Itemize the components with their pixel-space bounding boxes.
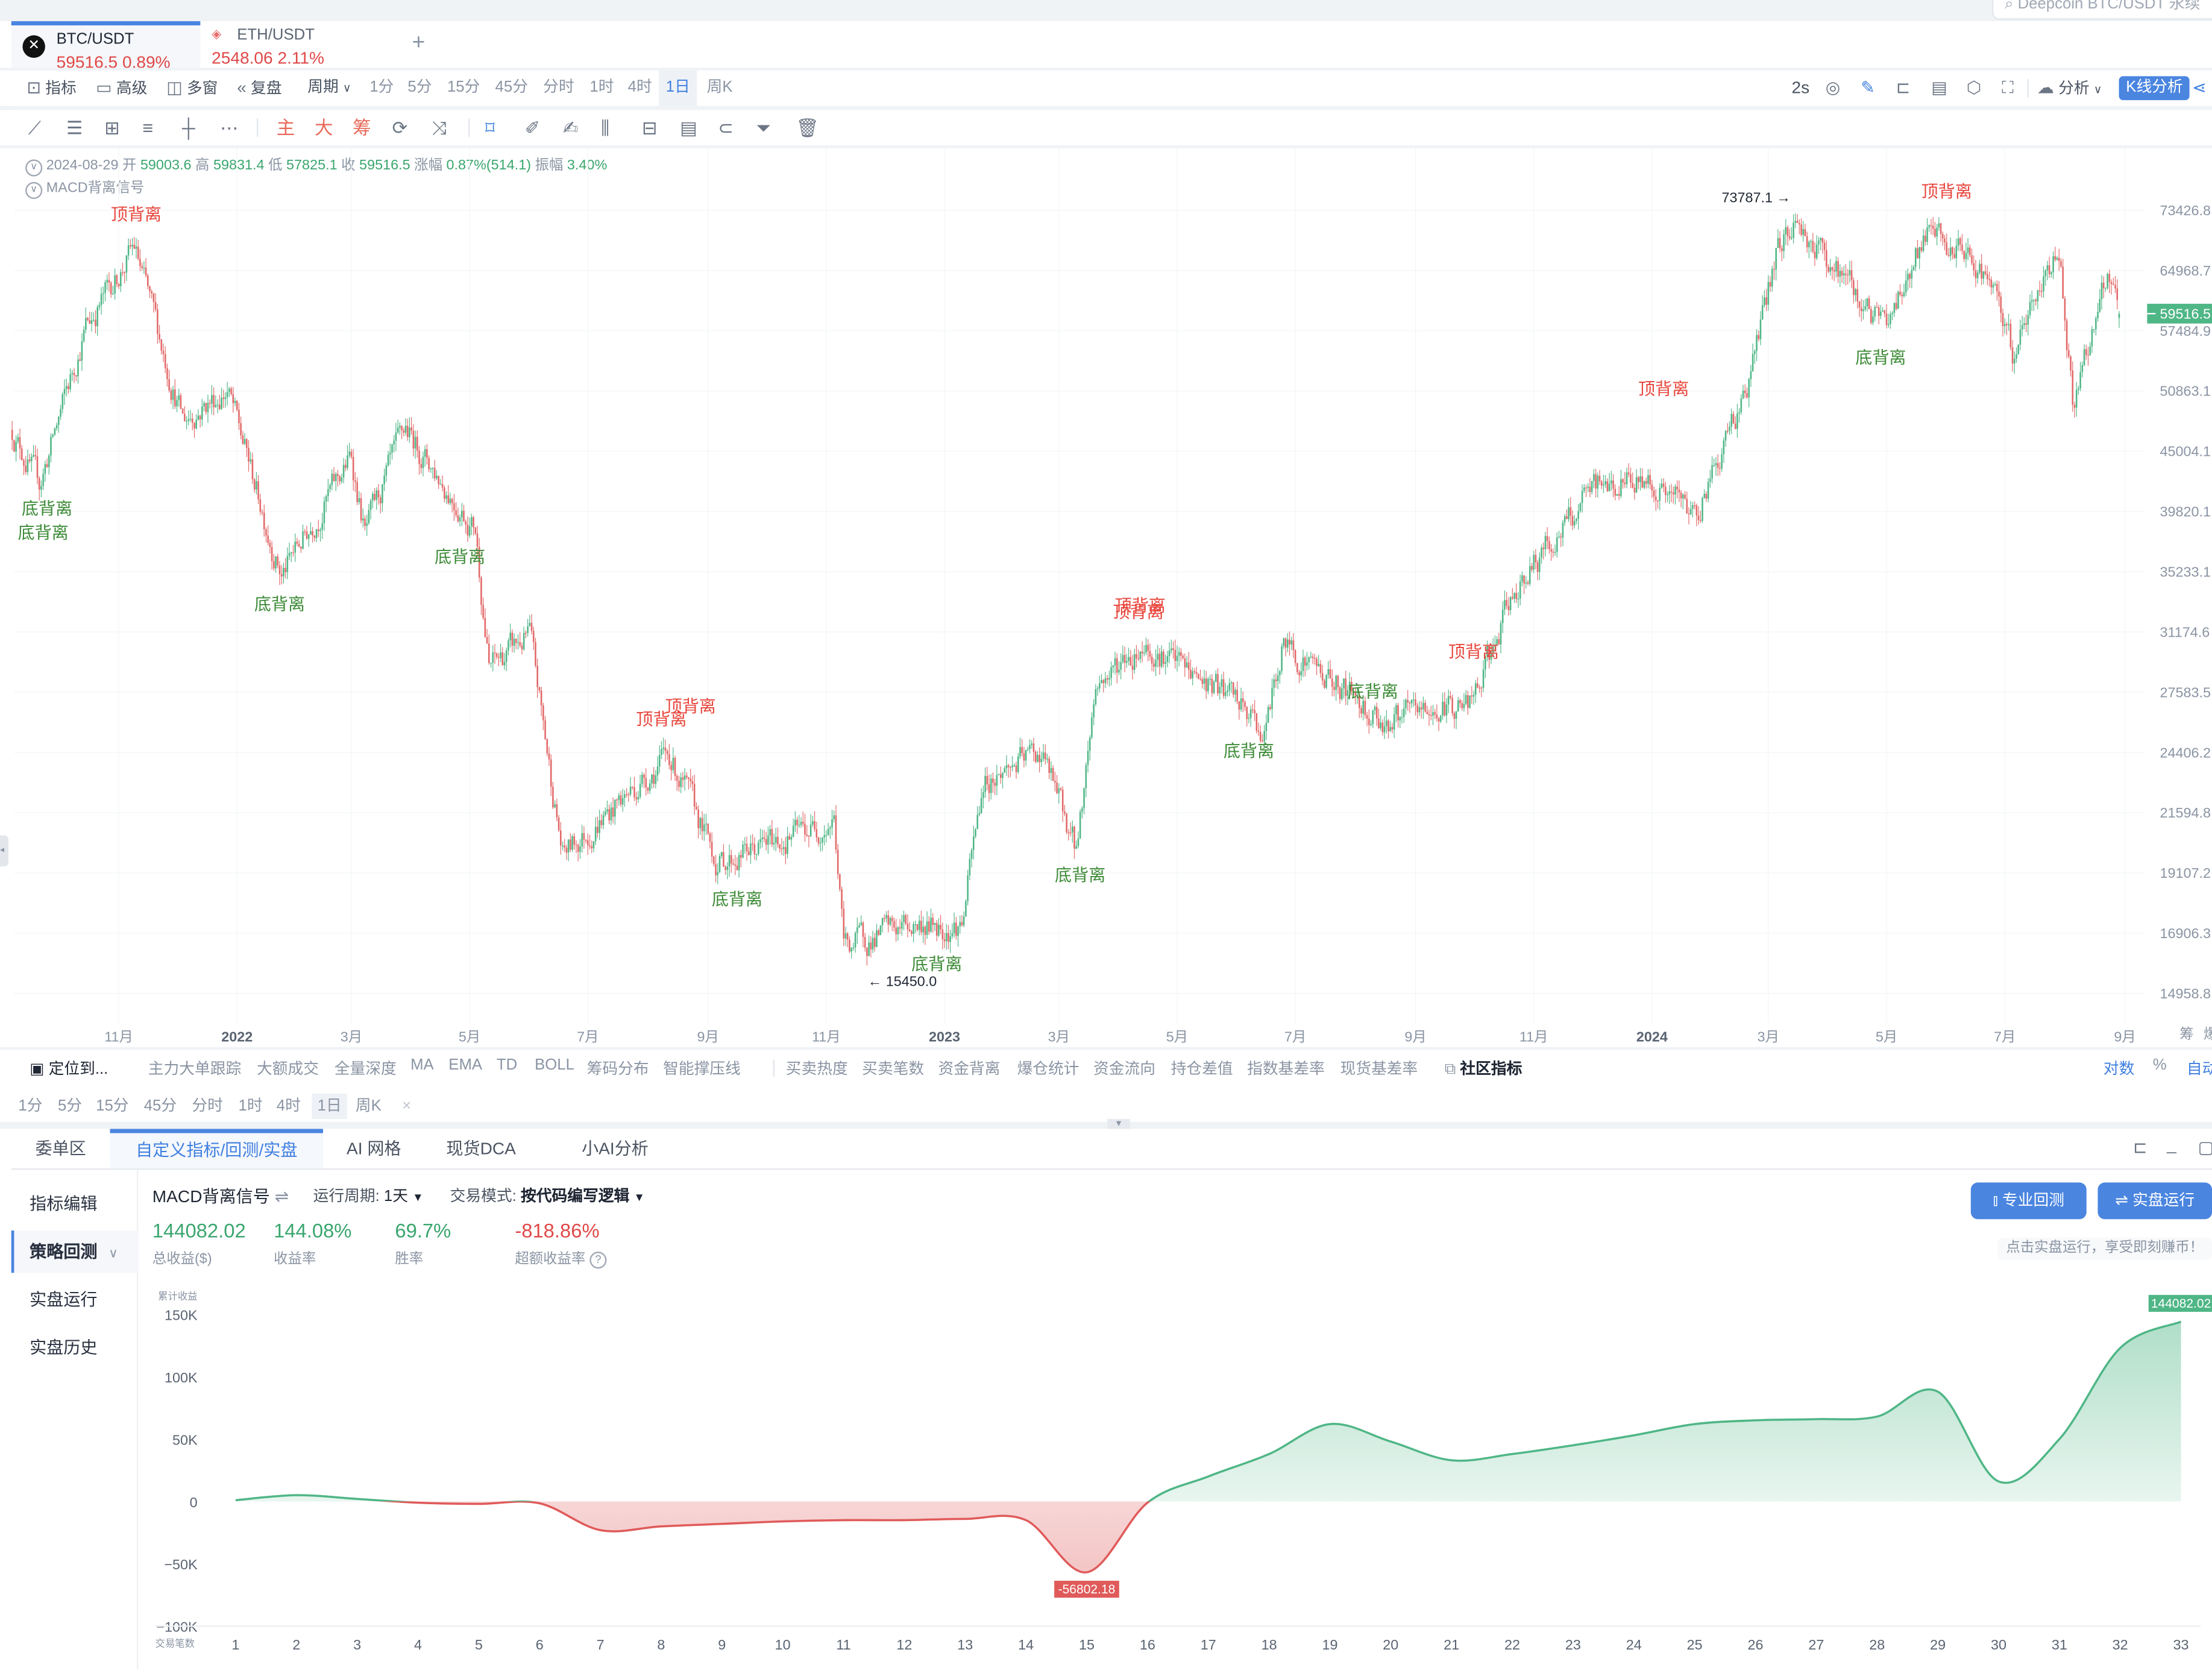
x-tick: 21	[1444, 1637, 1459, 1653]
max-value-label: 144082.02	[2151, 1297, 2211, 1311]
y-tick: 150K	[165, 1307, 198, 1323]
x-axis-title: 交易笔数	[155, 1638, 195, 1649]
x-tick: 30	[1991, 1637, 2006, 1653]
x-tick: 17	[1201, 1637, 1216, 1653]
x-tick: 3	[353, 1637, 361, 1653]
x-tick: 33	[2173, 1637, 2189, 1653]
y-tick: −50K	[164, 1557, 198, 1572]
x-tick: 4	[414, 1637, 422, 1653]
x-tick: 25	[1687, 1637, 1703, 1653]
x-tick: 28	[1869, 1637, 1885, 1653]
backtest-chart: 累计收益交易笔数150K100K50K0−50K−100K1 2 3 4 5 6 7 8 9 10…	[155, 1291, 2212, 1653]
y-tick: −100K	[156, 1619, 198, 1635]
x-tick: 2	[292, 1637, 300, 1653]
x-tick: 18	[1262, 1637, 1277, 1653]
y-tick: 50K	[172, 1432, 198, 1448]
min-value-label: -56802.18	[1058, 1583, 1116, 1596]
x-tick: 29	[1930, 1637, 1946, 1653]
x-tick: 27	[1808, 1637, 1824, 1653]
x-tick: 12	[896, 1637, 912, 1653]
x-tick: 6	[536, 1637, 544, 1653]
y-tick: 100K	[165, 1370, 198, 1385]
x-tick: 26	[1747, 1637, 1763, 1653]
y-tick: 0	[190, 1495, 198, 1510]
x-tick: 23	[1565, 1637, 1581, 1653]
trading-app: ⌕ Deepcoin BTC/USDT 永续 ✕ BTC/USDT 59516.…	[0, 0, 2212, 1669]
x-tick: 11	[836, 1637, 850, 1653]
x-tick: 19	[1322, 1637, 1337, 1653]
x-tick: 24	[1626, 1637, 1642, 1653]
x-tick: 32	[2113, 1637, 2128, 1653]
x-tick: 20	[1383, 1637, 1398, 1653]
x-tick: 7	[597, 1637, 605, 1653]
x-tick: 22	[1504, 1637, 1520, 1653]
x-tick: 16	[1140, 1637, 1155, 1653]
x-tick: 1	[231, 1637, 239, 1653]
y-axis-title: 累计收益	[158, 1291, 198, 1302]
profit-area	[235, 1322, 2181, 1502]
x-tick: 14	[1018, 1637, 1034, 1653]
x-tick: 9	[718, 1637, 726, 1653]
x-tick: 8	[657, 1637, 665, 1653]
x-tick: 10	[775, 1637, 791, 1653]
x-tick: 31	[2052, 1637, 2067, 1653]
x-tick: 5	[475, 1637, 483, 1653]
x-tick: 15	[1079, 1637, 1095, 1653]
x-tick: 13	[957, 1637, 973, 1653]
